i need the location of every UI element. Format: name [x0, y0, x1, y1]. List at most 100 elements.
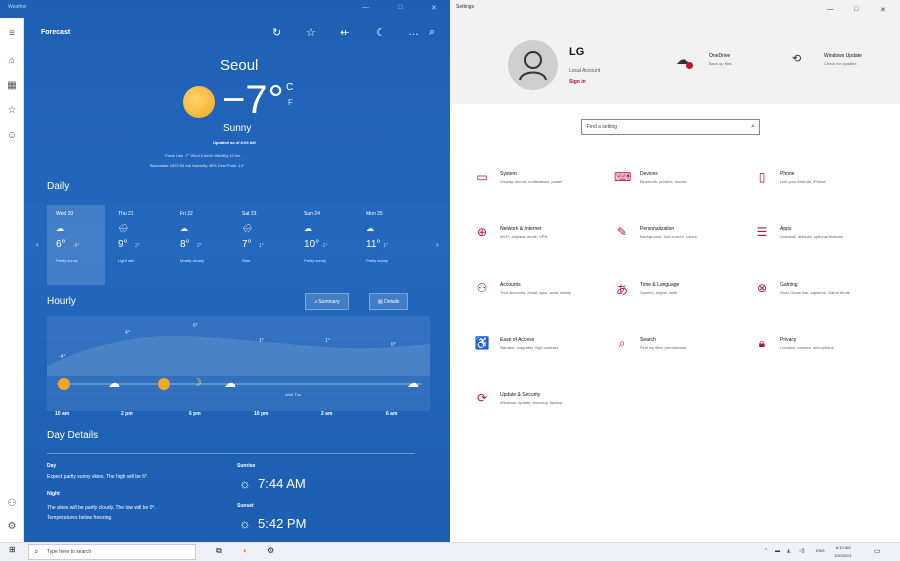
city-name: Seoul — [220, 57, 259, 74]
task-view-icon[interactable]: ⧉ — [216, 546, 222, 556]
close-icon[interactable]: ✕ — [880, 6, 886, 14]
category-desc: Bluetooth, printers, mouse — [640, 179, 687, 184]
minimize-icon[interactable]: — — [827, 6, 834, 13]
category-desc: Narrator, magnifier, high contrast — [500, 345, 559, 350]
sun-icon — [183, 86, 215, 118]
category-privacy[interactable]: 🔒︎ Privacy Location, camera, microphone — [754, 336, 884, 376]
chevron-right-icon[interactable]: › — [436, 240, 439, 249]
feedback-nav-icon[interactable]: ☺ — [0, 130, 24, 141]
night-text-2: Temperatures below freezing. — [47, 515, 113, 521]
windows-update-icon[interactable]: ⟲ — [792, 52, 801, 65]
day-low: 2° — [197, 243, 202, 249]
unit-celsius[interactable]: C — [286, 82, 293, 93]
volume-icon[interactable]: ◁) — [799, 548, 805, 554]
category-desc: Background, lock screen, colors — [640, 234, 697, 239]
language-indicator[interactable]: ENG — [816, 548, 825, 553]
sign-in-link[interactable]: Sign in — [569, 79, 586, 85]
star-icon[interactable]: ☆ — [306, 26, 316, 39]
chevron-left-icon[interactable]: ‹ — [36, 240, 39, 249]
onedrive-sub: Back up files — [709, 61, 732, 66]
day-card[interactable]: Sat 23 🌧 7° 1° Rain — [233, 205, 291, 285]
category-update-security[interactable]: ⟳ Update & Security Windows Update, reco… — [474, 391, 604, 431]
pin-icon[interactable]: ⇷ — [340, 26, 349, 39]
close-icon[interactable]: ✕ — [431, 4, 437, 12]
paint-icon: ✎ — [616, 225, 628, 239]
refresh-icon[interactable]: ↻ — [272, 26, 281, 39]
summary-button[interactable]: ⩘ Summary — [305, 293, 349, 310]
clock-time[interactable]: 8:10 AM — [836, 545, 851, 550]
windows-update-sub: Check for updates — [824, 61, 857, 66]
moon-icon[interactable]: ☾ — [376, 26, 386, 39]
day-card[interactable]: Wed 20 ☁ 6° -8° Partly sunny — [47, 205, 105, 285]
windows-update-link[interactable]: Windows Update — [824, 53, 862, 59]
tray-chevron-icon[interactable]: ⌃ — [764, 548, 768, 554]
day-name: Wed 20 — [56, 211, 74, 217]
unit-fahrenheit[interactable]: F — [288, 98, 293, 107]
battery-icon[interactable]: ▬ — [775, 548, 780, 554]
day-name: Thu 21 — [118, 211, 134, 217]
day-details-heading: Day Details — [47, 430, 99, 441]
category-apps[interactable]: ☰ Apps Uninstall, defaults, optional fea… — [754, 225, 884, 265]
category-name: Gaming — [780, 282, 798, 288]
category-time-language[interactable]: あ Time & Language Speech, region, date — [614, 281, 744, 321]
notification-icon[interactable]: ▭ — [874, 547, 881, 555]
category-personalization[interactable]: ✎ Personalization Background, lock scree… — [614, 225, 744, 265]
category-name: Ease of Access — [500, 337, 535, 343]
category-desc: Your accounts, email, sync, work, family — [500, 290, 571, 295]
clock-date[interactable]: 1/20/2021 — [834, 553, 852, 558]
hourly-temp: 0° — [391, 342, 396, 348]
sunset-time: 5:42 PM — [258, 516, 307, 531]
user-name: LG — [569, 46, 585, 58]
hourly-heading: Hourly — [47, 296, 76, 307]
partly-sunny-icon: ☁ — [56, 224, 64, 233]
day-high: 8° — [180, 239, 190, 250]
phone-icon: ▯ — [758, 170, 766, 184]
category-search[interactable]: ⌕ Search Find my files, permissions — [614, 336, 744, 376]
day-condition: Light rain — [118, 258, 135, 263]
settings-header: Settings — □ ✕ LG Local Account Sign in … — [450, 0, 900, 104]
settings-gear-icon[interactable]: ⚙ — [0, 521, 24, 532]
day-card[interactable]: Thu 21 🌧 9° 2° Light rain — [109, 205, 167, 285]
partly-sunny-icon: ☁ — [304, 224, 312, 233]
network-icon[interactable]: ◭ — [787, 548, 791, 554]
maximize-icon[interactable]: □ — [398, 4, 402, 11]
forecast-nav-icon[interactable]: ⌂ — [0, 55, 24, 66]
day-card[interactable]: Fri 22 ☁ 8° 2° Mostly cloudy — [171, 205, 229, 285]
category-devices[interactable]: ⌨ Devices Bluetooth, printers, mouse — [614, 170, 744, 210]
settings-search-input[interactable]: Find a setting ⌕ — [581, 119, 760, 135]
search-icon: ⌕ — [618, 336, 626, 350]
favorites-nav-icon[interactable]: ☆ — [0, 105, 24, 116]
hourly-temp: -4° — [59, 354, 66, 360]
sunset-label: Sunset — [237, 503, 254, 509]
settings-gear-icon[interactable]: ⚙ — [267, 546, 274, 555]
more-icon[interactable]: … — [408, 26, 419, 38]
maps-nav-icon[interactable]: ▦ — [0, 80, 24, 91]
cloud-moon-icon: ☁ — [224, 376, 236, 390]
onedrive-link[interactable]: OneDrive — [709, 53, 730, 59]
hamburger-menu-icon[interactable]: ≡ — [0, 28, 24, 39]
account-icon[interactable]: ⚇ — [0, 498, 24, 509]
category-ease-of-access[interactable]: ♿ Ease of Access Narrator, magnifier, hi… — [474, 336, 604, 376]
edge-browser-icon[interactable]: ◐ — [243, 546, 248, 555]
category-accounts[interactable]: ⚇ Accounts Your accounts, email, sync, w… — [474, 281, 604, 321]
category-gaming[interactable]: ⊗ Gaming Xbox Game Bar, captures, Game M… — [754, 281, 884, 321]
globe-icon: ⊕ — [476, 225, 488, 239]
details-line-2: Barometer 1022.00 mb Humidity 45% Dew Po… — [150, 163, 245, 168]
day-name: Mon 25 — [366, 211, 383, 217]
chart-icon: ⩘ — [314, 299, 317, 305]
windows-start-icon[interactable]: ⊞ — [9, 545, 16, 554]
search-icon[interactable]: ⌕ — [429, 26, 435, 39]
category-name: Apps — [780, 226, 792, 232]
avatar[interactable] — [508, 40, 558, 90]
maximize-icon[interactable]: □ — [854, 6, 858, 13]
ease-of-access-icon: ♿ — [474, 336, 490, 350]
category-network[interactable]: ⊕ Network & Internet Wi-Fi, airplane mod… — [474, 225, 604, 265]
lock-icon: 🔒︎ — [758, 336, 766, 350]
category-phone[interactable]: ▯ Phone Link your Android, iPhone — [754, 170, 884, 210]
minimize-icon[interactable]: — — [362, 4, 369, 11]
details-button[interactable]: ▤ Details — [369, 293, 409, 310]
category-system[interactable]: ▭ System Display, sound, notifications, … — [474, 170, 604, 210]
day-card[interactable]: Mon 25 ☁ 11° 1° Partly sunny — [357, 205, 415, 285]
day-card[interactable]: Sun 24 ☁ 10° -1° Partly sunny — [295, 205, 353, 285]
taskbar-search-input[interactable]: ⌕ Type here to search — [28, 544, 196, 560]
